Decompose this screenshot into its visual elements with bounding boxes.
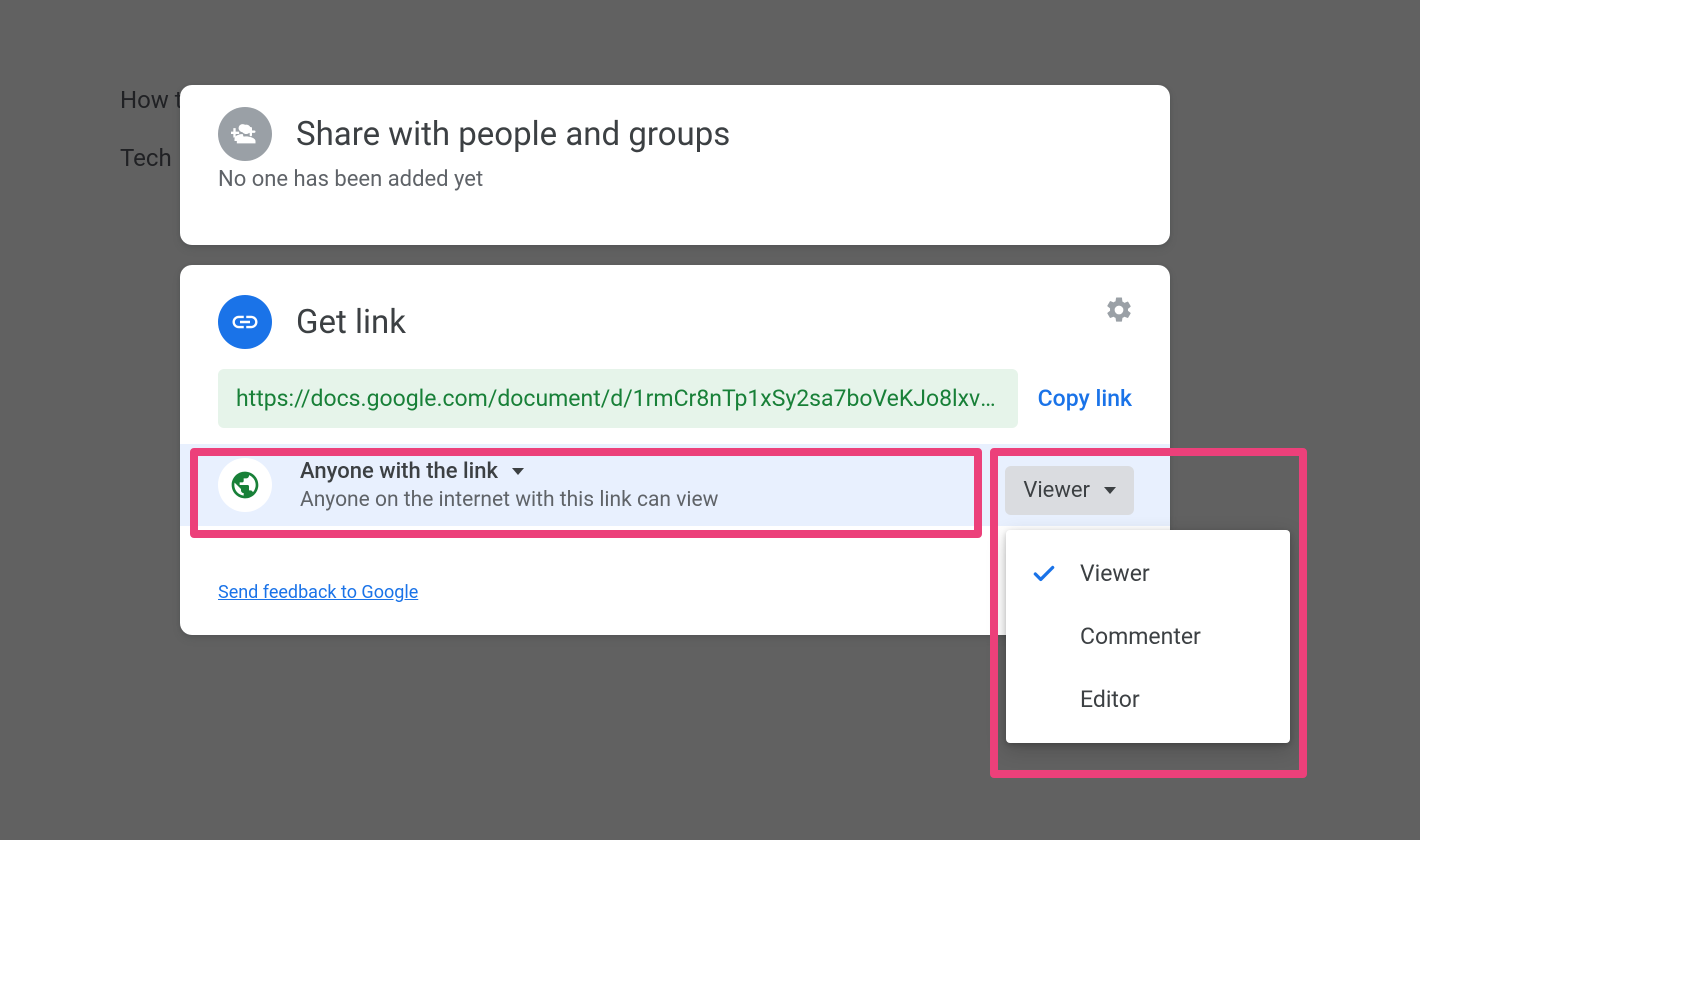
gear-icon [1104,295,1134,325]
share-title: Share with people and groups [296,115,730,154]
access-scope-label: Anyone with the link [300,459,498,484]
share-people-card: Share with people and groups No one has … [180,85,1170,245]
background-text-1: How t [120,86,183,114]
role-dropdown-button[interactable]: Viewer [1005,466,1134,515]
role-option-viewer[interactable]: Viewer [1006,542,1290,605]
role-option-label: Commenter [1080,623,1201,650]
role-option-commenter[interactable]: Commenter [1006,605,1290,668]
get-link-title: Get link [296,303,406,342]
role-label: Viewer [1023,478,1090,503]
share-status: No one has been added yet [180,167,1170,192]
chevron-down-icon [1104,487,1116,494]
link-settings-button[interactable] [1104,295,1134,329]
role-option-label: Viewer [1080,560,1150,587]
role-option-editor[interactable]: Editor [1006,668,1290,731]
chevron-down-icon [512,468,524,475]
people-icon [218,107,272,161]
role-dropdown-menu: Viewer Commenter Editor [1006,530,1290,743]
background-text-2: Tech [120,144,172,172]
link-access-row: Anyone with the link Anyone on the inter… [180,444,1170,526]
copy-link-button[interactable]: Copy link [1038,385,1132,412]
globe-icon [218,458,272,512]
send-feedback-link[interactable]: Send feedback to Google [218,582,418,603]
share-url-field[interactable]: https://docs.google.com/document/d/1rmCr… [218,369,1018,428]
link-icon [218,295,272,349]
check-icon [1030,561,1058,587]
role-option-label: Editor [1080,686,1140,713]
